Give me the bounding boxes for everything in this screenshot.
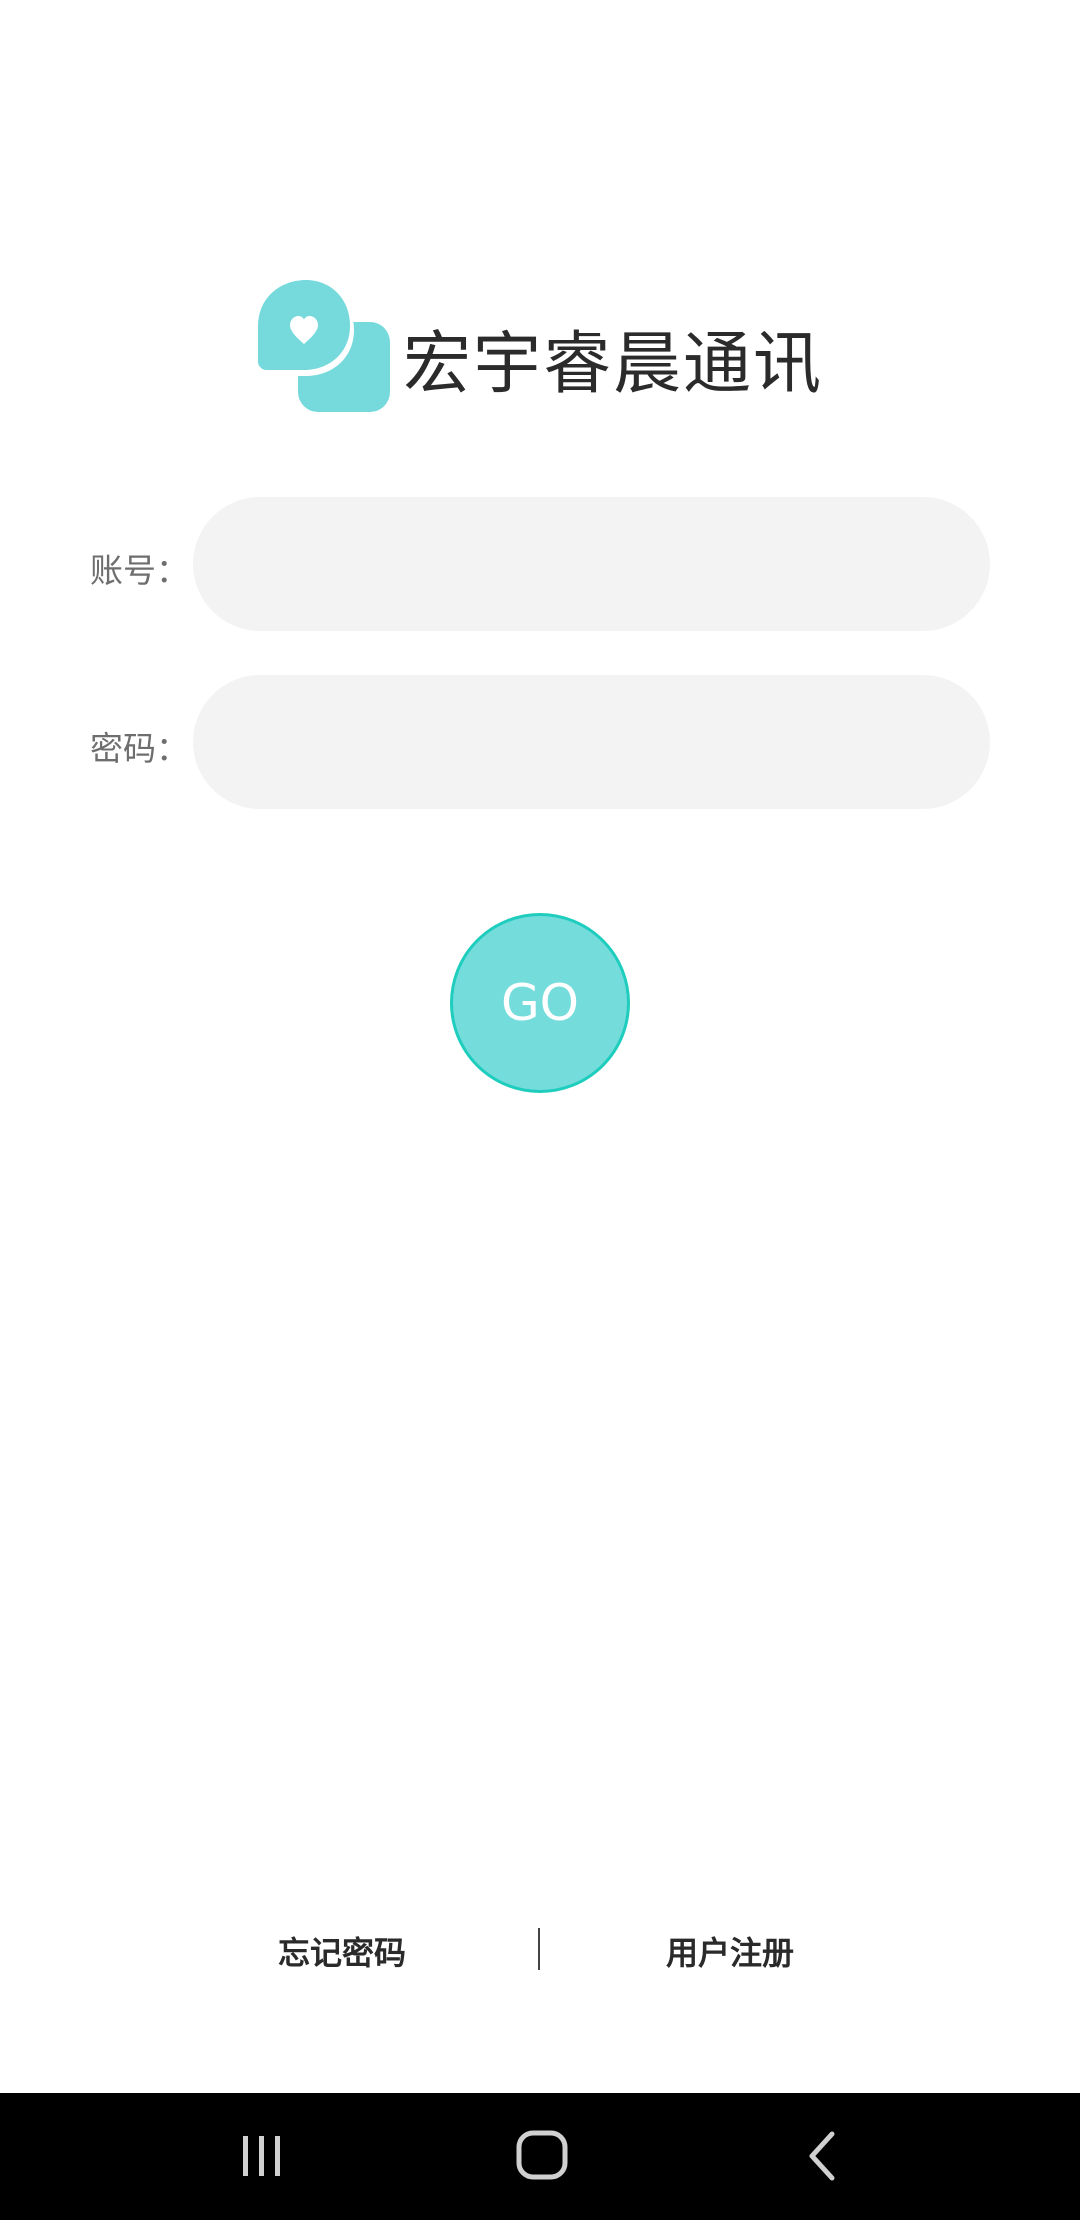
account-input[interactable] — [193, 497, 990, 631]
forgot-password-link[interactable]: 忘记密码 — [278, 1928, 406, 1974]
chat-bubbles-heart-icon — [258, 280, 390, 412]
register-link[interactable]: 用户注册 — [666, 1928, 794, 1974]
home-button[interactable] — [487, 2111, 597, 2201]
password-label: 密码： — [90, 729, 189, 768]
home-icon — [516, 2130, 568, 2180]
app-title: 宏宇睿晨通讯 — [403, 325, 824, 404]
password-input[interactable] — [193, 675, 990, 809]
recent-apps-button[interactable] — [207, 2111, 317, 2201]
back-button[interactable] — [768, 2111, 878, 2201]
system-nav-bar — [0, 2093, 1080, 2220]
link-divider — [538, 1928, 540, 1970]
app-header: 宏宇睿晨通讯 — [258, 280, 838, 420]
go-button[interactable]: GO — [450, 913, 630, 1093]
recent-apps-icon — [243, 2136, 280, 2176]
account-label: 账号： — [90, 551, 189, 590]
back-icon — [809, 2131, 835, 2181]
bottom-links: 忘记密码 用户注册 — [0, 1920, 1080, 1980]
